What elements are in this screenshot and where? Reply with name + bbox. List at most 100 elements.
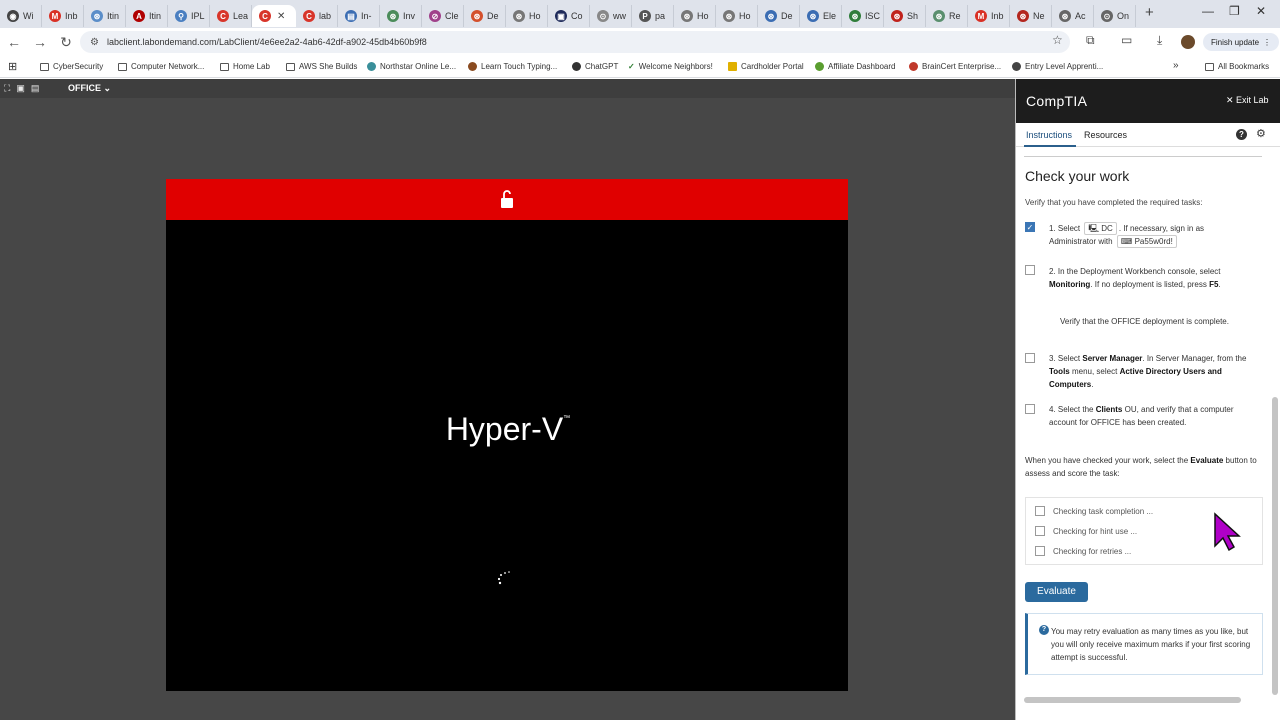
help-icon[interactable]: ? bbox=[1236, 129, 1247, 140]
browser-tab[interactable]: M Inb bbox=[42, 5, 84, 27]
browser-tab[interactable]: ⊛ Inv bbox=[380, 5, 422, 27]
bookmark-label: Learn Touch Typing... bbox=[481, 62, 558, 71]
step-text: . bbox=[1218, 280, 1221, 289]
browser-tab[interactable]: ⊘ Cle bbox=[422, 5, 464, 27]
tab-favicon-icon: ⊛ bbox=[91, 10, 103, 22]
gear-icon[interactable]: ⚙ bbox=[1256, 127, 1266, 140]
bookmark-welcome-neighbors[interactable]: ✓ Welcome Neighbors! bbox=[628, 62, 713, 71]
browser-tab[interactable]: C ✕ bbox=[252, 5, 296, 27]
keyboard-icon[interactable]: ▤ bbox=[31, 83, 40, 94]
extensions-icon[interactable]: ⧉ bbox=[1086, 33, 1095, 48]
typing-icon bbox=[468, 62, 477, 71]
step-2-checkbox[interactable] bbox=[1025, 265, 1035, 275]
apps-grid-icon[interactable]: ⊞ bbox=[8, 60, 17, 73]
browser-tab[interactable]: ◉ Wi bbox=[0, 5, 42, 27]
tab-favicon-icon: ⊛ bbox=[681, 10, 693, 22]
forward-icon[interactable]: → bbox=[28, 34, 52, 50]
more-bookmarks-chevron-icon[interactable]: » bbox=[1173, 60, 1179, 71]
finish-update-button[interactable]: Finish update ⋮ bbox=[1203, 33, 1280, 51]
cast-icon[interactable]: ▭ bbox=[1121, 33, 1132, 47]
download-icon[interactable]: ⤓ bbox=[1157, 33, 1162, 48]
bookmark-braincert[interactable]: BrainCert Enterprise... bbox=[909, 62, 1001, 71]
bookmark-aws-she-builds[interactable]: AWS She Builds bbox=[286, 62, 357, 71]
browser-tab[interactable]: ⊛ Re bbox=[926, 5, 968, 27]
monitor-icon[interactable]: ▣ bbox=[16, 83, 25, 94]
browser-tab[interactable]: ⊛ De bbox=[464, 5, 506, 27]
step-text: 1. Select bbox=[1049, 224, 1083, 233]
tab-title: Ho bbox=[697, 11, 709, 21]
browser-tab[interactable]: ⊛ Ele bbox=[800, 5, 842, 27]
browser-tab[interactable]: ⊛ De bbox=[758, 5, 800, 27]
step-4-checkbox[interactable] bbox=[1025, 404, 1035, 414]
browser-tab[interactable]: ⊛ ISC bbox=[842, 5, 884, 27]
bookmark-entry-level[interactable]: Entry Level Apprenti... bbox=[1012, 62, 1103, 71]
browser-tab[interactable]: ⊛ Itin bbox=[84, 5, 126, 27]
tab-resources[interactable]: Resources bbox=[1084, 130, 1127, 140]
step-1-checkbox[interactable]: ✓ bbox=[1025, 222, 1035, 232]
braincert-icon bbox=[909, 62, 918, 71]
bookmark-cardholder-portal[interactable]: Cardholder Portal bbox=[728, 62, 804, 71]
browser-tab[interactable]: A Itin bbox=[126, 5, 168, 27]
password-chip[interactable]: ⌨ Pa55w0rd! bbox=[1116, 235, 1177, 248]
restore-icon[interactable]: ❐ bbox=[1229, 4, 1240, 18]
exit-lab-button[interactable]: ✕ Exit Lab bbox=[1226, 95, 1269, 106]
close-window-icon[interactable]: ✕ bbox=[1256, 4, 1266, 18]
browser-tab[interactable]: ⊙ On bbox=[1094, 5, 1136, 27]
step-3-checkbox[interactable] bbox=[1025, 353, 1035, 363]
browser-tab[interactable]: ⊛ Sh bbox=[884, 5, 926, 27]
kebab-menu-icon: ⋮ bbox=[1263, 37, 1272, 47]
tab-favicon-icon: ⚲ bbox=[175, 10, 187, 22]
step-text: 3. Select bbox=[1049, 354, 1083, 363]
tab-title: De bbox=[781, 11, 793, 21]
browser-tab[interactable]: ⊛ Ho bbox=[716, 5, 758, 27]
bookmark-label: Affiliate Dashboard bbox=[828, 62, 896, 71]
folder-icon bbox=[118, 62, 127, 71]
reload-icon[interactable]: ↻ bbox=[54, 34, 78, 51]
vm-console-screen[interactable]: Hyper-V™ bbox=[166, 179, 848, 691]
vm-selector[interactable]: OFFICE ⌄ bbox=[68, 83, 111, 94]
browser-tab[interactable]: ▤ In- bbox=[338, 5, 380, 27]
close-tab-icon[interactable]: ✕ bbox=[277, 11, 285, 22]
browser-tab[interactable]: ⊙ ww bbox=[590, 5, 632, 27]
browser-tab[interactable]: ⊛ Ho bbox=[674, 5, 716, 27]
bookmark-northstar[interactable]: Northstar Online Le... bbox=[367, 62, 456, 71]
bookmark-chatgpt[interactable]: ChatGPT bbox=[572, 62, 618, 71]
bookmark-cybersecurity[interactable]: CyberSecurity bbox=[40, 62, 103, 71]
back-icon[interactable]: ← bbox=[2, 34, 26, 50]
bookmark-home-lab[interactable]: Home Lab bbox=[220, 62, 270, 71]
bookmark-star-icon[interactable]: ☆ bbox=[1052, 33, 1063, 47]
browser-tab[interactable]: C Lea bbox=[210, 5, 252, 27]
evaluate-button[interactable]: Evaluate bbox=[1025, 582, 1088, 602]
new-tab-button[interactable]: + bbox=[1145, 4, 1154, 21]
browser-tab[interactable]: M Inb bbox=[968, 5, 1010, 27]
folder-icon bbox=[286, 62, 295, 71]
checkmark-icon: ✓ bbox=[628, 62, 635, 71]
minimize-icon[interactable]: — bbox=[1202, 4, 1214, 18]
all-bookmarks-button[interactable]: All Bookmarks bbox=[1205, 62, 1269, 71]
bookmark-affiliate-dashboard[interactable]: Affiliate Dashboard bbox=[815, 62, 895, 71]
browser-tab[interactable]: Ppa bbox=[632, 5, 674, 27]
browser-tab[interactable]: ▣ Co bbox=[548, 5, 590, 27]
folder-icon bbox=[1205, 62, 1214, 71]
tab-favicon-icon: ⊛ bbox=[765, 10, 777, 22]
dc-chip[interactable]: 🖳 DC bbox=[1084, 222, 1117, 235]
browser-tab[interactable]: ⊛ Ho bbox=[506, 5, 548, 27]
step-bold: Server Manager bbox=[1082, 354, 1143, 363]
tab-title: lab bbox=[319, 11, 332, 21]
section-heading: Check your work bbox=[1025, 168, 1130, 184]
lab-toolbar bbox=[0, 79, 1015, 98]
step-text: . If no deployment is listed, press bbox=[1090, 280, 1210, 289]
site-info-icon[interactable]: ⚙ bbox=[90, 37, 99, 48]
browser-tab[interactable]: ⊛ Ne bbox=[1010, 5, 1052, 27]
address-bar[interactable]: ⚙ labclient.labondemand.com/LabClient/4e… bbox=[80, 31, 1070, 53]
profile-avatar[interactable] bbox=[1181, 35, 1195, 49]
vertical-scrollbar[interactable] bbox=[1272, 397, 1278, 695]
fullscreen-icon[interactable]: ⛶ bbox=[4, 83, 10, 94]
horizontal-scrollbar[interactable] bbox=[1024, 697, 1241, 703]
browser-tab[interactable]: Clab bbox=[296, 5, 338, 27]
browser-tab[interactable]: ⊛ Ac bbox=[1052, 5, 1094, 27]
bookmark-learn-typing[interactable]: Learn Touch Typing... bbox=[468, 62, 557, 71]
bookmark-computer-network[interactable]: Computer Network... bbox=[118, 62, 204, 71]
browser-tab[interactable]: ⚲ IPL bbox=[168, 5, 210, 27]
tab-instructions[interactable]: Instructions bbox=[1026, 130, 1072, 140]
